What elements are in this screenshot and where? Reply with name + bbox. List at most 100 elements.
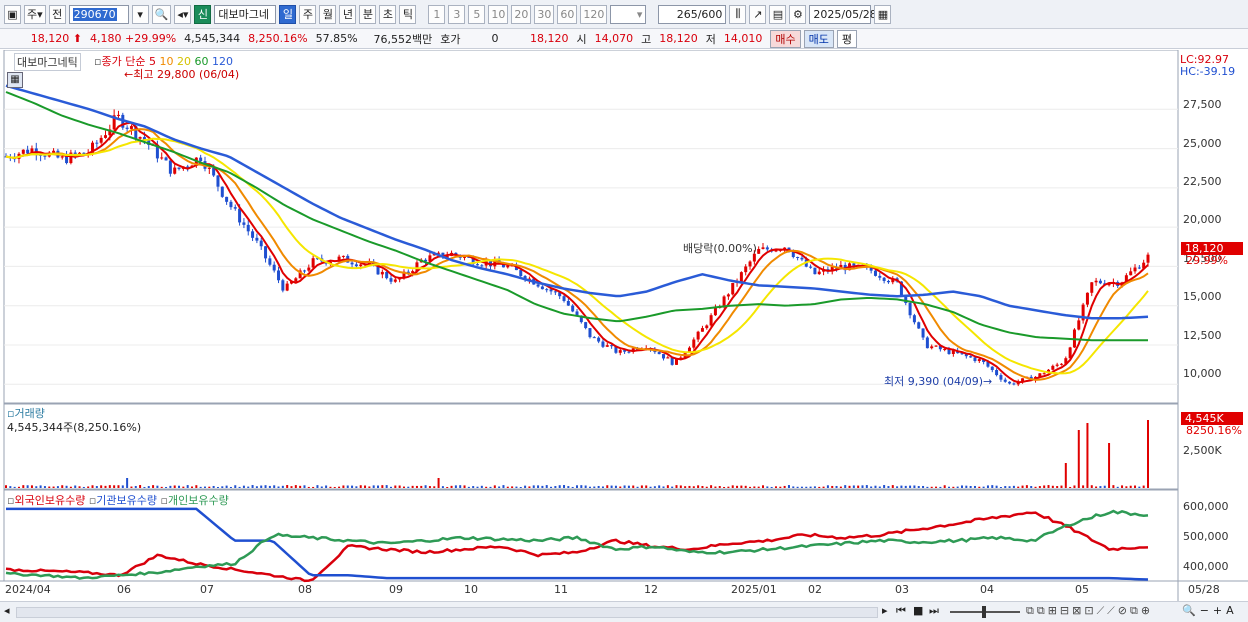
gear-icon[interactable]: ⚙ [789, 4, 807, 24]
period-second[interactable]: 초 [379, 4, 397, 24]
volume-bar [61, 485, 64, 488]
chart-canvas[interactable] [0, 50, 1248, 621]
stock-code-input[interactable]: 290670 [68, 4, 129, 24]
candle [692, 339, 696, 348]
volume-bar [273, 485, 276, 488]
volume-bar [848, 485, 851, 488]
volume-bar [121, 485, 124, 488]
type-select[interactable]: 주 ▾ [24, 4, 46, 24]
prev-button[interactable]: 전 [48, 4, 66, 24]
interval-5[interactable]: 5 [468, 4, 486, 24]
interval-120[interactable]: 120 [580, 4, 608, 24]
custom-interval-select[interactable]: ▾ [610, 4, 647, 24]
high-label: 고 [641, 32, 652, 46]
volume-bar [874, 485, 877, 488]
buy-button[interactable]: 매수 [770, 29, 801, 48]
volume-bar [1012, 485, 1015, 488]
volume-bar [1103, 485, 1106, 488]
volume-bar [805, 486, 808, 488]
stop-icon[interactable]: ■ [913, 604, 923, 617]
candle [225, 196, 229, 202]
zoom-tools-icons[interactable]: 🔍−+A [1182, 604, 1238, 617]
volume-bar [30, 485, 33, 488]
interval-20[interactable]: 20 [511, 4, 532, 24]
volume-bar [208, 486, 211, 488]
x-tick: 12 [644, 583, 658, 596]
candle [354, 264, 358, 267]
interval-10[interactable]: 10 [488, 4, 509, 24]
volume-bar [333, 486, 336, 488]
last-page-icon[interactable]: ⏭ [929, 604, 939, 618]
volume-bar [883, 485, 886, 488]
candle [588, 328, 592, 338]
period-day[interactable]: 일 [279, 4, 297, 24]
scroll-right-icon[interactable]: ▸ [882, 604, 888, 617]
save-icon[interactable]: ▤ [769, 4, 787, 24]
volume-bar [588, 486, 591, 488]
y-tick: 25,000 [1183, 137, 1222, 150]
candle [99, 137, 103, 143]
trade-amount: 76,552백만 [373, 32, 433, 46]
holdings-y-tick: 600,000 [1183, 500, 1229, 513]
volume-bar [169, 485, 172, 488]
window-icon[interactable]: ▣ [4, 4, 21, 24]
volume-bar [935, 486, 938, 488]
search-icon[interactable]: 🔍 [151, 4, 172, 24]
code-dropdown-button[interactable]: ▾ [131, 4, 149, 24]
sound-icon[interactable]: ◂▾ [174, 4, 192, 24]
volume-bar [294, 485, 297, 488]
last-pct-tag: 29.99% [1186, 254, 1228, 267]
data-count-input[interactable]: 265/600 [658, 4, 727, 24]
period-year[interactable]: 년 [339, 4, 357, 24]
period-tick[interactable]: 틱 [399, 4, 417, 24]
draw-tool-icon[interactable]: ↗ [749, 4, 767, 24]
candle [748, 261, 752, 267]
volume-bar [56, 486, 59, 488]
holdings-legend: ▫외국인보유수량 ▫기관보유수량 ▫개인보유수량 [7, 494, 229, 507]
chart-settings-icon[interactable]: ▦ [7, 72, 23, 88]
volume-bar [389, 486, 392, 488]
period-week[interactable]: 주 [299, 4, 317, 24]
volume-bar [917, 486, 920, 488]
candle [739, 272, 743, 282]
period-month[interactable]: 월 [319, 4, 337, 24]
candle-icon[interactable]: ⫼ [729, 4, 747, 24]
volume-bar [692, 486, 695, 488]
zoom-slider-handle[interactable] [982, 606, 986, 618]
interval-3[interactable]: 3 [448, 4, 466, 24]
interval-60[interactable]: 60 [557, 4, 578, 24]
volume-bar [346, 485, 349, 488]
volume-bar [299, 485, 302, 488]
volume-bar [705, 486, 708, 488]
volume-bar [852, 485, 855, 488]
volume-bar [619, 486, 622, 488]
x-tick: 2025/01 [731, 583, 777, 596]
volume-bar [329, 486, 332, 488]
volume-bar [415, 485, 418, 488]
candle [1098, 280, 1102, 284]
candle [1042, 373, 1046, 375]
holdings-y-tick: 500,000 [1183, 530, 1229, 543]
stock-name-field[interactable]: 대보마그네 [214, 4, 277, 24]
first-page-icon[interactable]: ⏮ [896, 604, 906, 618]
calendar-icon[interactable]: ▦ [874, 4, 892, 24]
volume-bar [930, 486, 933, 488]
eval-button[interactable]: 평 [836, 29, 858, 48]
volume-bar [476, 486, 479, 488]
date-input[interactable]: 2025/05/28 [809, 4, 877, 24]
volume-bar [48, 486, 51, 488]
horizontal-scrollbar[interactable] [16, 607, 878, 618]
interval-1[interactable]: 1 [428, 4, 446, 24]
volume-bar [766, 486, 769, 488]
sell-button[interactable]: 매도 [803, 29, 834, 48]
period-minute[interactable]: 분 [359, 4, 377, 24]
candle [995, 370, 999, 376]
candle [973, 357, 977, 362]
scroll-left-icon[interactable]: ◂ [4, 604, 10, 617]
open-price: 14,070 [594, 32, 634, 45]
volume-bar [1147, 420, 1149, 488]
interval-30[interactable]: 30 [534, 4, 555, 24]
candle [60, 156, 64, 158]
chart-tools-icons[interactable]: ⧉⧉⊞⊟⊠⊡⟋⟋⊘⧉⊕ [1026, 604, 1153, 618]
volume-bar [710, 485, 713, 488]
